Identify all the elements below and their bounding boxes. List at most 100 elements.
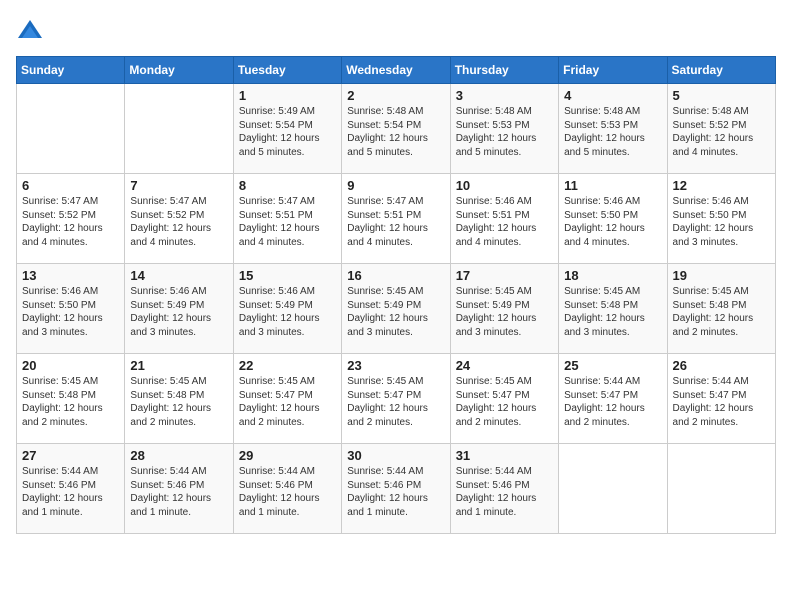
calendar-cell: 29 Sunrise: 5:44 AM Sunset: 5:46 PM Dayli… — [233, 444, 341, 534]
calendar-cell: 7 Sunrise: 5:47 AM Sunset: 5:52 PM Daylig… — [125, 174, 233, 264]
calendar-cell: 18Sunrise: 5:45 AM Sunset: 5:48 PM Dayli… — [559, 264, 667, 354]
day-number: 30 — [347, 448, 444, 463]
calendar-cell: 21Sunrise: 5:45 AM Sunset: 5:48 PM Dayli… — [125, 354, 233, 444]
day-info: Sunrise: 5:45 AM Sunset: 5:48 PM Dayligh… — [22, 375, 119, 429]
day-info: Sunrise: 5:44 AM Sunset: 5:47 PM Dayligh… — [673, 375, 770, 429]
day-info: Sunrise: 5:44 AM Sunset: 5:46 PM Dayligh… — [239, 465, 336, 519]
header-day-friday: Friday — [559, 57, 667, 84]
calendar-cell: 17Sunrise: 5:45 AM Sunset: 5:49 PM Dayli… — [450, 264, 558, 354]
day-info: Sunrise: 5:45 AM Sunset: 5:47 PM Dayligh… — [456, 375, 553, 429]
calendar-cell: 23 Sunrise: 5:45 AM Sunset: 5:47 PM Dayli… — [342, 354, 450, 444]
day-info: Sunrise: 5:48 AM Sunset: 5:53 PM Dayligh… — [564, 105, 661, 159]
day-number: 10 — [456, 178, 553, 193]
calendar-cell: 24 Sunrise: 5:45 AM Sunset: 5:47 PM Dayli… — [450, 354, 558, 444]
day-number: 17 — [456, 268, 553, 283]
day-number: 20 — [22, 358, 119, 373]
calendar-cell: 13 Sunrise: 5:46 AM Sunset: 5:50 PM Dayli… — [17, 264, 125, 354]
logo-icon — [16, 16, 44, 44]
day-info: Sunrise: 5:46 AM Sunset: 5:50 PM Dayligh… — [564, 195, 661, 249]
day-number: 5 — [673, 88, 770, 103]
day-number: 24 — [456, 358, 553, 373]
calendar-table: SundayMondayTuesdayWednesdayThursdayFrid… — [16, 56, 776, 534]
calendar-cell — [125, 84, 233, 174]
day-number: 28 — [130, 448, 227, 463]
day-number: 18 — [564, 268, 661, 283]
day-info: Sunrise: 5:47 AM Sunset: 5:51 PM Dayligh… — [239, 195, 336, 249]
day-info: Sunrise: 5:44 AM Sunset: 5:46 PM Dayligh… — [130, 465, 227, 519]
day-info: Sunrise: 5:47 AM Sunset: 5:52 PM Dayligh… — [22, 195, 119, 249]
calendar-cell: 9 Sunrise: 5:47 AM Sunset: 5:51 PM Daylig… — [342, 174, 450, 264]
day-info: Sunrise: 5:48 AM Sunset: 5:54 PM Dayligh… — [347, 105, 444, 159]
day-info: Sunrise: 5:47 AM Sunset: 5:52 PM Dayligh… — [130, 195, 227, 249]
day-number: 23 — [347, 358, 444, 373]
header-day-tuesday: Tuesday — [233, 57, 341, 84]
calendar-cell: 31Sunrise: 5:44 AM Sunset: 5:46 PM Dayli… — [450, 444, 558, 534]
day-number: 9 — [347, 178, 444, 193]
day-number: 6 — [22, 178, 119, 193]
day-number: 29 — [239, 448, 336, 463]
calendar-cell: 11 Sunrise: 5:46 AM Sunset: 5:50 PM Dayli… — [559, 174, 667, 264]
logo — [16, 16, 48, 44]
header-day-saturday: Saturday — [667, 57, 775, 84]
calendar-cell: 15 Sunrise: 5:46 AM Sunset: 5:49 PM Dayli… — [233, 264, 341, 354]
day-number: 8 — [239, 178, 336, 193]
day-number: 2 — [347, 88, 444, 103]
calendar-cell: 25Sunrise: 5:44 AM Sunset: 5:47 PM Dayli… — [559, 354, 667, 444]
day-info: Sunrise: 5:45 AM Sunset: 5:49 PM Dayligh… — [347, 285, 444, 339]
day-info: Sunrise: 5:46 AM Sunset: 5:49 PM Dayligh… — [239, 285, 336, 339]
week-row-1: 6 Sunrise: 5:47 AM Sunset: 5:52 PM Daylig… — [17, 174, 776, 264]
day-info: Sunrise: 5:45 AM Sunset: 5:47 PM Dayligh… — [347, 375, 444, 429]
header-day-sunday: Sunday — [17, 57, 125, 84]
day-info: Sunrise: 5:49 AM Sunset: 5:54 PM Dayligh… — [239, 105, 336, 159]
day-info: Sunrise: 5:45 AM Sunset: 5:48 PM Dayligh… — [130, 375, 227, 429]
calendar-cell — [17, 84, 125, 174]
header-day-monday: Monday — [125, 57, 233, 84]
calendar-cell: 22 Sunrise: 5:45 AM Sunset: 5:47 PM Dayli… — [233, 354, 341, 444]
day-info: Sunrise: 5:46 AM Sunset: 5:50 PM Dayligh… — [22, 285, 119, 339]
calendar-cell: 6 Sunrise: 5:47 AM Sunset: 5:52 PM Daylig… — [17, 174, 125, 264]
calendar-cell: 26 Sunrise: 5:44 AM Sunset: 5:47 PM Dayli… — [667, 354, 775, 444]
day-info: Sunrise: 5:47 AM Sunset: 5:51 PM Dayligh… — [347, 195, 444, 249]
calendar-cell: 30 Sunrise: 5:44 AM Sunset: 5:46 PM Dayli… — [342, 444, 450, 534]
day-number: 7 — [130, 178, 227, 193]
calendar-cell: 4 Sunrise: 5:48 AM Sunset: 5:53 PM Daylig… — [559, 84, 667, 174]
header-row: SundayMondayTuesdayWednesdayThursdayFrid… — [17, 57, 776, 84]
day-number: 19 — [673, 268, 770, 283]
calendar-cell: 20 Sunrise: 5:45 AM Sunset: 5:48 PM Dayli… — [17, 354, 125, 444]
day-info: Sunrise: 5:44 AM Sunset: 5:46 PM Dayligh… — [347, 465, 444, 519]
day-info: Sunrise: 5:44 AM Sunset: 5:47 PM Dayligh… — [564, 375, 661, 429]
calendar-cell — [667, 444, 775, 534]
day-number: 16 — [347, 268, 444, 283]
day-number: 13 — [22, 268, 119, 283]
calendar-cell: 5Sunrise: 5:48 AM Sunset: 5:52 PM Daylig… — [667, 84, 775, 174]
day-number: 11 — [564, 178, 661, 193]
calendar-cell: 27 Sunrise: 5:44 AM Sunset: 5:46 PM Dayli… — [17, 444, 125, 534]
week-row-0: 1 Sunrise: 5:49 AM Sunset: 5:54 PM Daylig… — [17, 84, 776, 174]
day-info: Sunrise: 5:46 AM Sunset: 5:49 PM Dayligh… — [130, 285, 227, 339]
day-number: 22 — [239, 358, 336, 373]
calendar-cell: 28 Sunrise: 5:44 AM Sunset: 5:46 PM Dayli… — [125, 444, 233, 534]
day-number: 26 — [673, 358, 770, 373]
day-number: 14 — [130, 268, 227, 283]
day-number: 31 — [456, 448, 553, 463]
calendar-cell: 12 Sunrise: 5:46 AM Sunset: 5:50 PM Dayli… — [667, 174, 775, 264]
day-number: 12 — [673, 178, 770, 193]
header-day-wednesday: Wednesday — [342, 57, 450, 84]
week-row-3: 20 Sunrise: 5:45 AM Sunset: 5:48 PM Dayli… — [17, 354, 776, 444]
day-number: 15 — [239, 268, 336, 283]
day-info: Sunrise: 5:45 AM Sunset: 5:47 PM Dayligh… — [239, 375, 336, 429]
header — [16, 16, 776, 44]
calendar-cell: 3Sunrise: 5:48 AM Sunset: 5:53 PM Daylig… — [450, 84, 558, 174]
calendar-cell: 2 Sunrise: 5:48 AM Sunset: 5:54 PM Daylig… — [342, 84, 450, 174]
week-row-4: 27 Sunrise: 5:44 AM Sunset: 5:46 PM Dayli… — [17, 444, 776, 534]
calendar-cell: 8 Sunrise: 5:47 AM Sunset: 5:51 PM Daylig… — [233, 174, 341, 264]
day-info: Sunrise: 5:44 AM Sunset: 5:46 PM Dayligh… — [22, 465, 119, 519]
day-number: 4 — [564, 88, 661, 103]
day-number: 1 — [239, 88, 336, 103]
day-info: Sunrise: 5:48 AM Sunset: 5:53 PM Dayligh… — [456, 105, 553, 159]
day-info: Sunrise: 5:46 AM Sunset: 5:50 PM Dayligh… — [673, 195, 770, 249]
calendar-cell: 10 Sunrise: 5:46 AM Sunset: 5:51 PM Dayli… — [450, 174, 558, 264]
day-info: Sunrise: 5:46 AM Sunset: 5:51 PM Dayligh… — [456, 195, 553, 249]
day-number: 27 — [22, 448, 119, 463]
calendar-cell: 1 Sunrise: 5:49 AM Sunset: 5:54 PM Daylig… — [233, 84, 341, 174]
